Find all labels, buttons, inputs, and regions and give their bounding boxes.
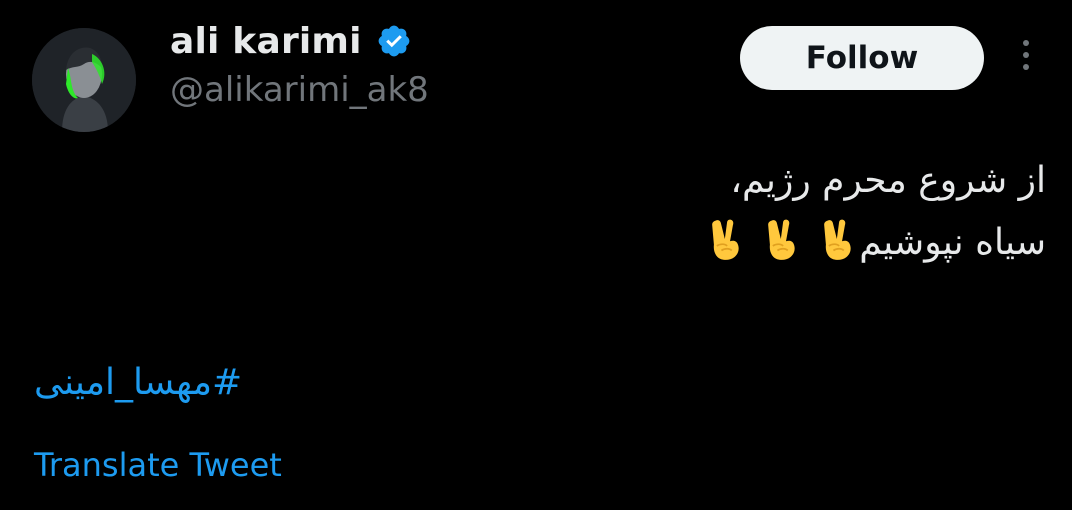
more-options-icon[interactable] — [1016, 40, 1036, 80]
translate-tweet-link[interactable]: Translate Tweet — [34, 446, 282, 484]
tweet-line-2-text: سیاه نپوشیم — [859, 222, 1046, 263]
tweet-line-2: سیاه نپوشیم — [346, 212, 1046, 274]
follow-button[interactable]: Follow — [740, 26, 984, 90]
author-handle[interactable]: @alikarimi_ak8 — [170, 70, 429, 110]
verified-badge-icon — [378, 25, 410, 57]
avatar[interactable] — [32, 28, 136, 132]
victory-hand-emoji-icon — [768, 219, 795, 260]
hashtag-link[interactable]: #مهسا_امینی — [34, 362, 242, 403]
tweet-text: از شروع محرم رژیم، سیاه نپوشیم — [346, 150, 1046, 274]
tweet-line-1: از شروع محرم رژیم، — [730, 160, 1046, 201]
victory-hand-emoji-icon — [712, 219, 739, 260]
victory-hand-emoji-icon — [824, 219, 851, 260]
profile-photo — [32, 28, 136, 132]
author-name[interactable]: ali karimi — [170, 21, 362, 62]
